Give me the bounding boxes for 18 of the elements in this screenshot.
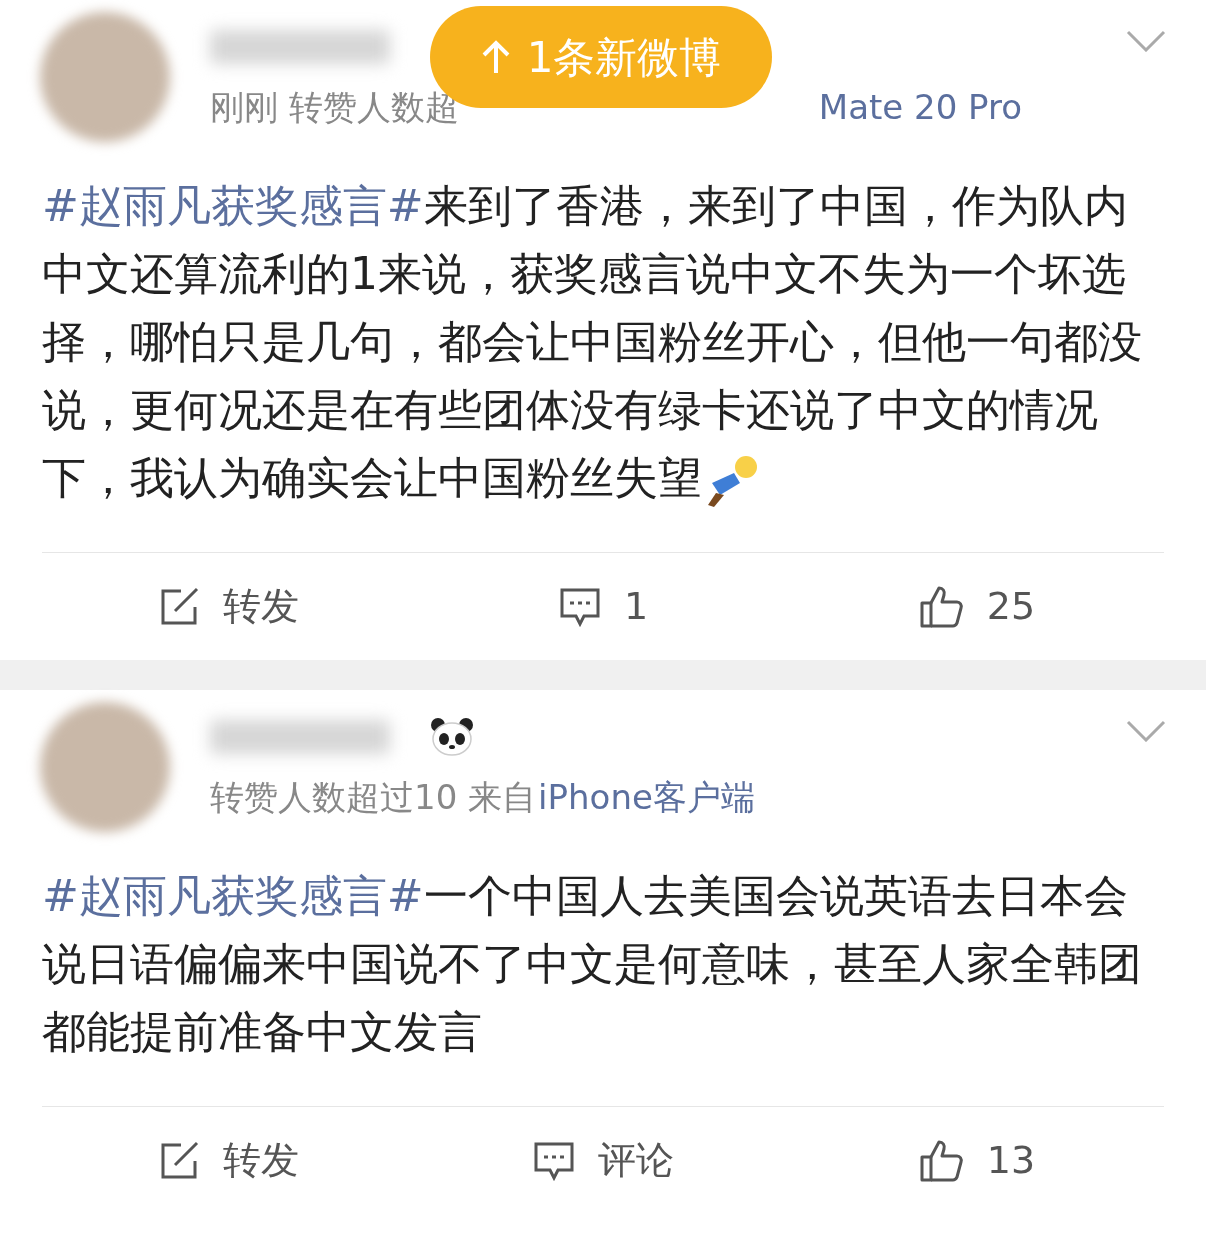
- post-meta: 转赞人数超过10 来自: [210, 776, 537, 819]
- post-text: #赵雨凡获奖感言#来到了香港，来到了中国，作为队内中文还算流利的1来说，获奖感言说中文不失为一个坏选择，哪怕只是几句，都会让中国粉丝开心，但他一句都没说，更何况还是在有些团体没有绿卡还说了中文的情况下，我认为确实会让中国粉丝失望: [0, 142, 1206, 552]
- like-button[interactable]: 25: [790, 578, 1164, 635]
- post-source[interactable]: iPhone客户端: [538, 772, 755, 822]
- comment-button[interactable]: 评论: [416, 1132, 790, 1189]
- share-icon: [159, 586, 201, 627]
- post-text: #赵雨凡获奖感言#一个中国人去美国会说英语去日本会说日语偏偏来中国说不了中文是何意味，甚至人家全韩团都能提前准备中文发言: [41, 869, 1143, 1059]
- post-source[interactable]: Mate 20 Pro: [818, 82, 1023, 132]
- comment-button[interactable]: 1: [416, 578, 790, 635]
- thumbs-up-icon: [918, 1138, 965, 1183]
- like-button[interactable]: 13: [790, 1132, 1164, 1189]
- chevron-down-icon[interactable]: [1126, 720, 1166, 742]
- arrow-up-icon: [480, 39, 511, 75]
- repost-button[interactable]: 转发: [42, 1132, 416, 1189]
- share-icon: [159, 1140, 201, 1181]
- repost-button[interactable]: 转发: [42, 578, 416, 635]
- chevron-down-icon[interactable]: [1126, 30, 1166, 52]
- thumbs-up-icon: [918, 584, 965, 629]
